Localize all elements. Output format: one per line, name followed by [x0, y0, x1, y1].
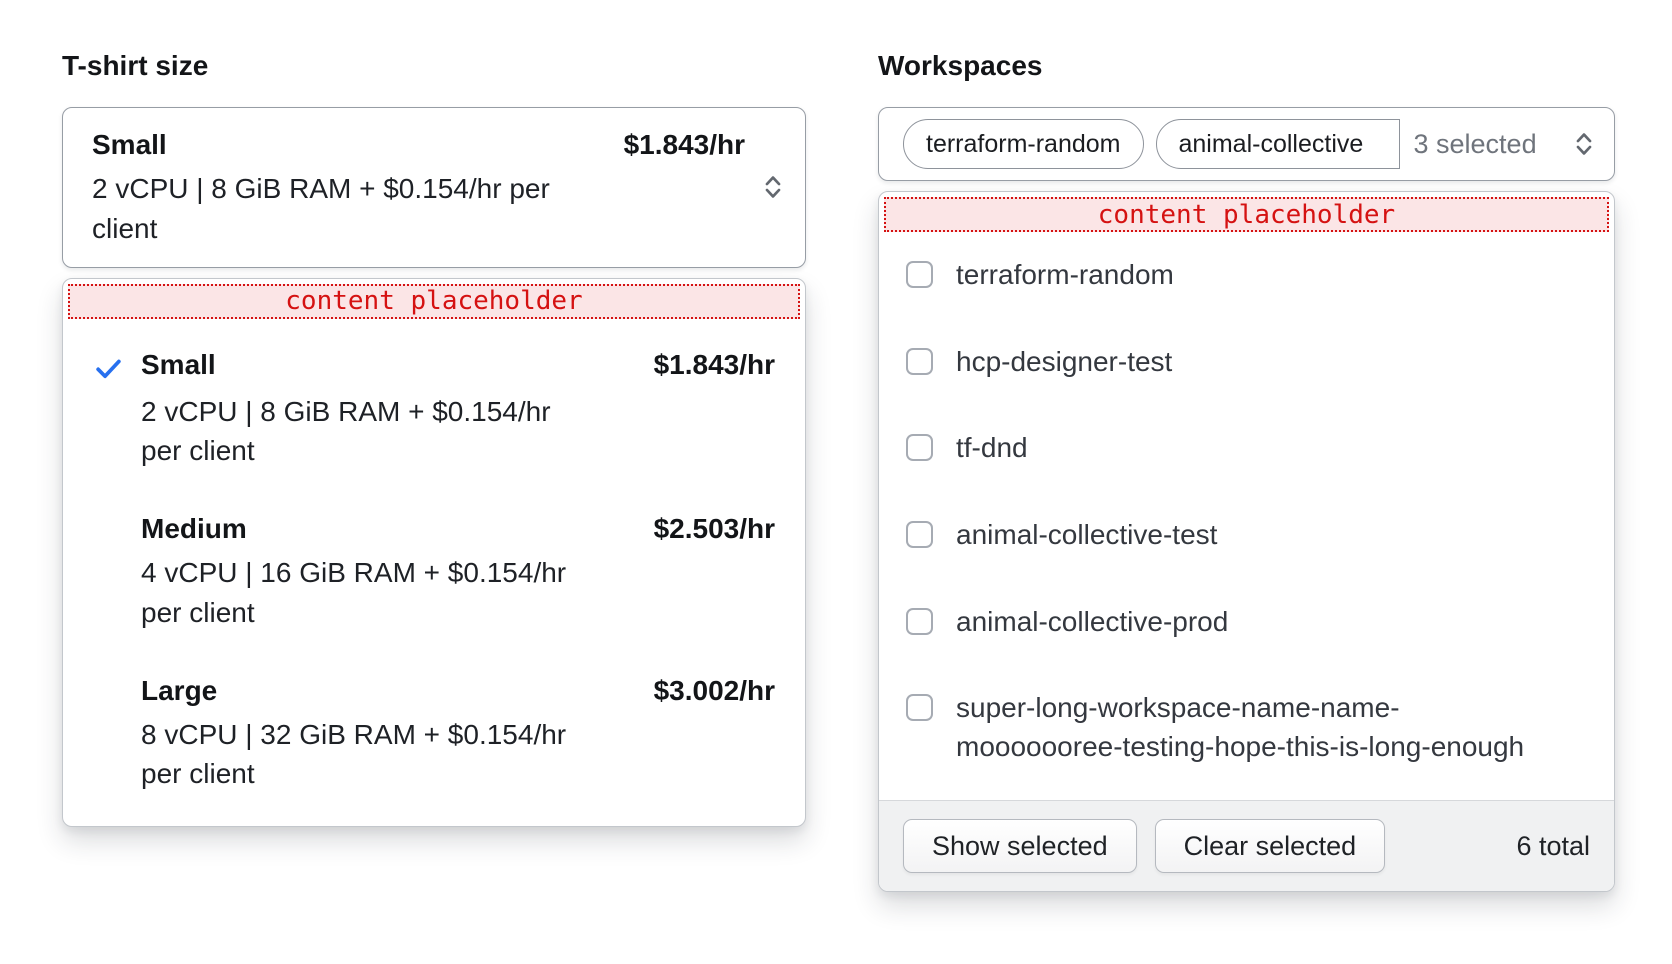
selected-option-row: Small $1.843/hr: [92, 129, 745, 161]
up-down-chevron-icon: [763, 173, 783, 201]
option-title: Medium: [141, 513, 654, 545]
workspace-option-tf-dnd[interactable]: tf-dnd: [906, 429, 1588, 468]
checkbox-unchecked-icon[interactable]: [906, 348, 933, 375]
workspace-option-label: terraform-random: [956, 256, 1174, 295]
checkmark-icon: [93, 349, 141, 384]
option-title: Large: [141, 675, 654, 707]
workspace-option-super-long-workspace[interactable]: super-long-workspace-name-name-moooooore…: [906, 689, 1588, 766]
option-price: $2.503/hr: [654, 513, 775, 545]
selected-size-title: Small: [92, 129, 167, 161]
selected-size-price: $1.843/hr: [624, 129, 745, 161]
workspace-option-hcp-designer-test[interactable]: hcp-designer-test: [906, 343, 1588, 382]
size-option-small[interactable]: Small $1.843/hr 2 vCPU | 8 GiB RAM + $0.…: [93, 349, 775, 472]
selected-pill-terraform-random[interactable]: terraform-random: [903, 119, 1144, 169]
checkmark-placeholder: [93, 675, 141, 679]
up-down-chevron-icon: [1574, 130, 1594, 158]
workspace-option-label: super-long-workspace-name-name-moooooore…: [956, 689, 1554, 766]
content-placeholder-banner: content placeholder: [68, 284, 800, 319]
tshirt-size-label: T-shirt size: [62, 50, 806, 82]
workspace-option-label: animal-collective-prod: [956, 603, 1228, 642]
workspace-option-terraform-random[interactable]: terraform-random: [906, 256, 1588, 295]
workspaces-dropdown: content placeholder terraform-random hcp…: [878, 191, 1615, 892]
option-description: 4 vCPU | 16 GiB RAM + $0.154/hr per clie…: [141, 553, 576, 633]
workspaces-dropdown-footer: Show selected Clear selected 6 total: [879, 800, 1614, 891]
option-price: $3.002/hr: [654, 675, 775, 707]
workspace-option-label: tf-dnd: [956, 429, 1028, 468]
checkbox-unchecked-icon[interactable]: [906, 434, 933, 461]
workspaces-multiselect-trigger[interactable]: terraform-random animal-collective 3 sel…: [878, 107, 1615, 181]
option-description: 2 vCPU | 8 GiB RAM + $0.154/hr per clien…: [141, 392, 576, 472]
checkbox-unchecked-icon[interactable]: [906, 521, 933, 548]
size-option-medium[interactable]: Medium $2.503/hr 4 vCPU | 16 GiB RAM + $…: [93, 513, 775, 633]
selected-pill-animal-collective[interactable]: animal-collective: [1156, 119, 1400, 169]
tshirt-size-select-trigger[interactable]: Small $1.843/hr 2 vCPU | 8 GiB RAM + $0.…: [62, 107, 806, 268]
checkbox-unchecked-icon[interactable]: [906, 261, 933, 288]
option-title: Small: [141, 349, 654, 381]
total-count-label: 6 total: [1516, 831, 1590, 862]
workspace-option-animal-collective-prod[interactable]: animal-collective-prod: [906, 603, 1588, 642]
selected-size-description: 2 vCPU | 8 GiB RAM + $0.154/hr per clien…: [92, 169, 592, 249]
content-placeholder-banner: content placeholder: [884, 197, 1609, 232]
checkmark-placeholder: [93, 513, 141, 517]
checkbox-unchecked-icon[interactable]: [906, 694, 933, 721]
workspace-option-label: hcp-designer-test: [956, 343, 1172, 382]
tshirt-size-section: T-shirt size Small $1.843/hr 2 vCPU | 8 …: [62, 50, 806, 827]
workspaces-label: Workspaces: [878, 50, 1615, 82]
clear-selected-button[interactable]: Clear selected: [1155, 819, 1386, 873]
checkbox-unchecked-icon[interactable]: [906, 608, 933, 635]
workspace-option-animal-collective-test[interactable]: animal-collective-test: [906, 516, 1588, 555]
option-description: 8 vCPU | 32 GiB RAM + $0.154/hr per clie…: [141, 715, 576, 795]
tshirt-size-dropdown: content placeholder Small $1.843/hr 2 vC…: [62, 278, 806, 828]
workspaces-section: Workspaces terraform-random animal-colle…: [878, 50, 1615, 892]
size-options-list: Small $1.843/hr 2 vCPU | 8 GiB RAM + $0.…: [63, 319, 805, 827]
option-price: $1.843/hr: [654, 349, 775, 381]
workspace-option-label: animal-collective-test: [956, 516, 1217, 555]
size-option-large[interactable]: Large $3.002/hr 8 vCPU | 32 GiB RAM + $0…: [93, 675, 775, 795]
workspaces-options-list: terraform-random hcp-designer-test tf-dn…: [879, 232, 1614, 766]
show-selected-button[interactable]: Show selected: [903, 819, 1137, 873]
selected-count-label: 3 selected: [1414, 129, 1537, 160]
